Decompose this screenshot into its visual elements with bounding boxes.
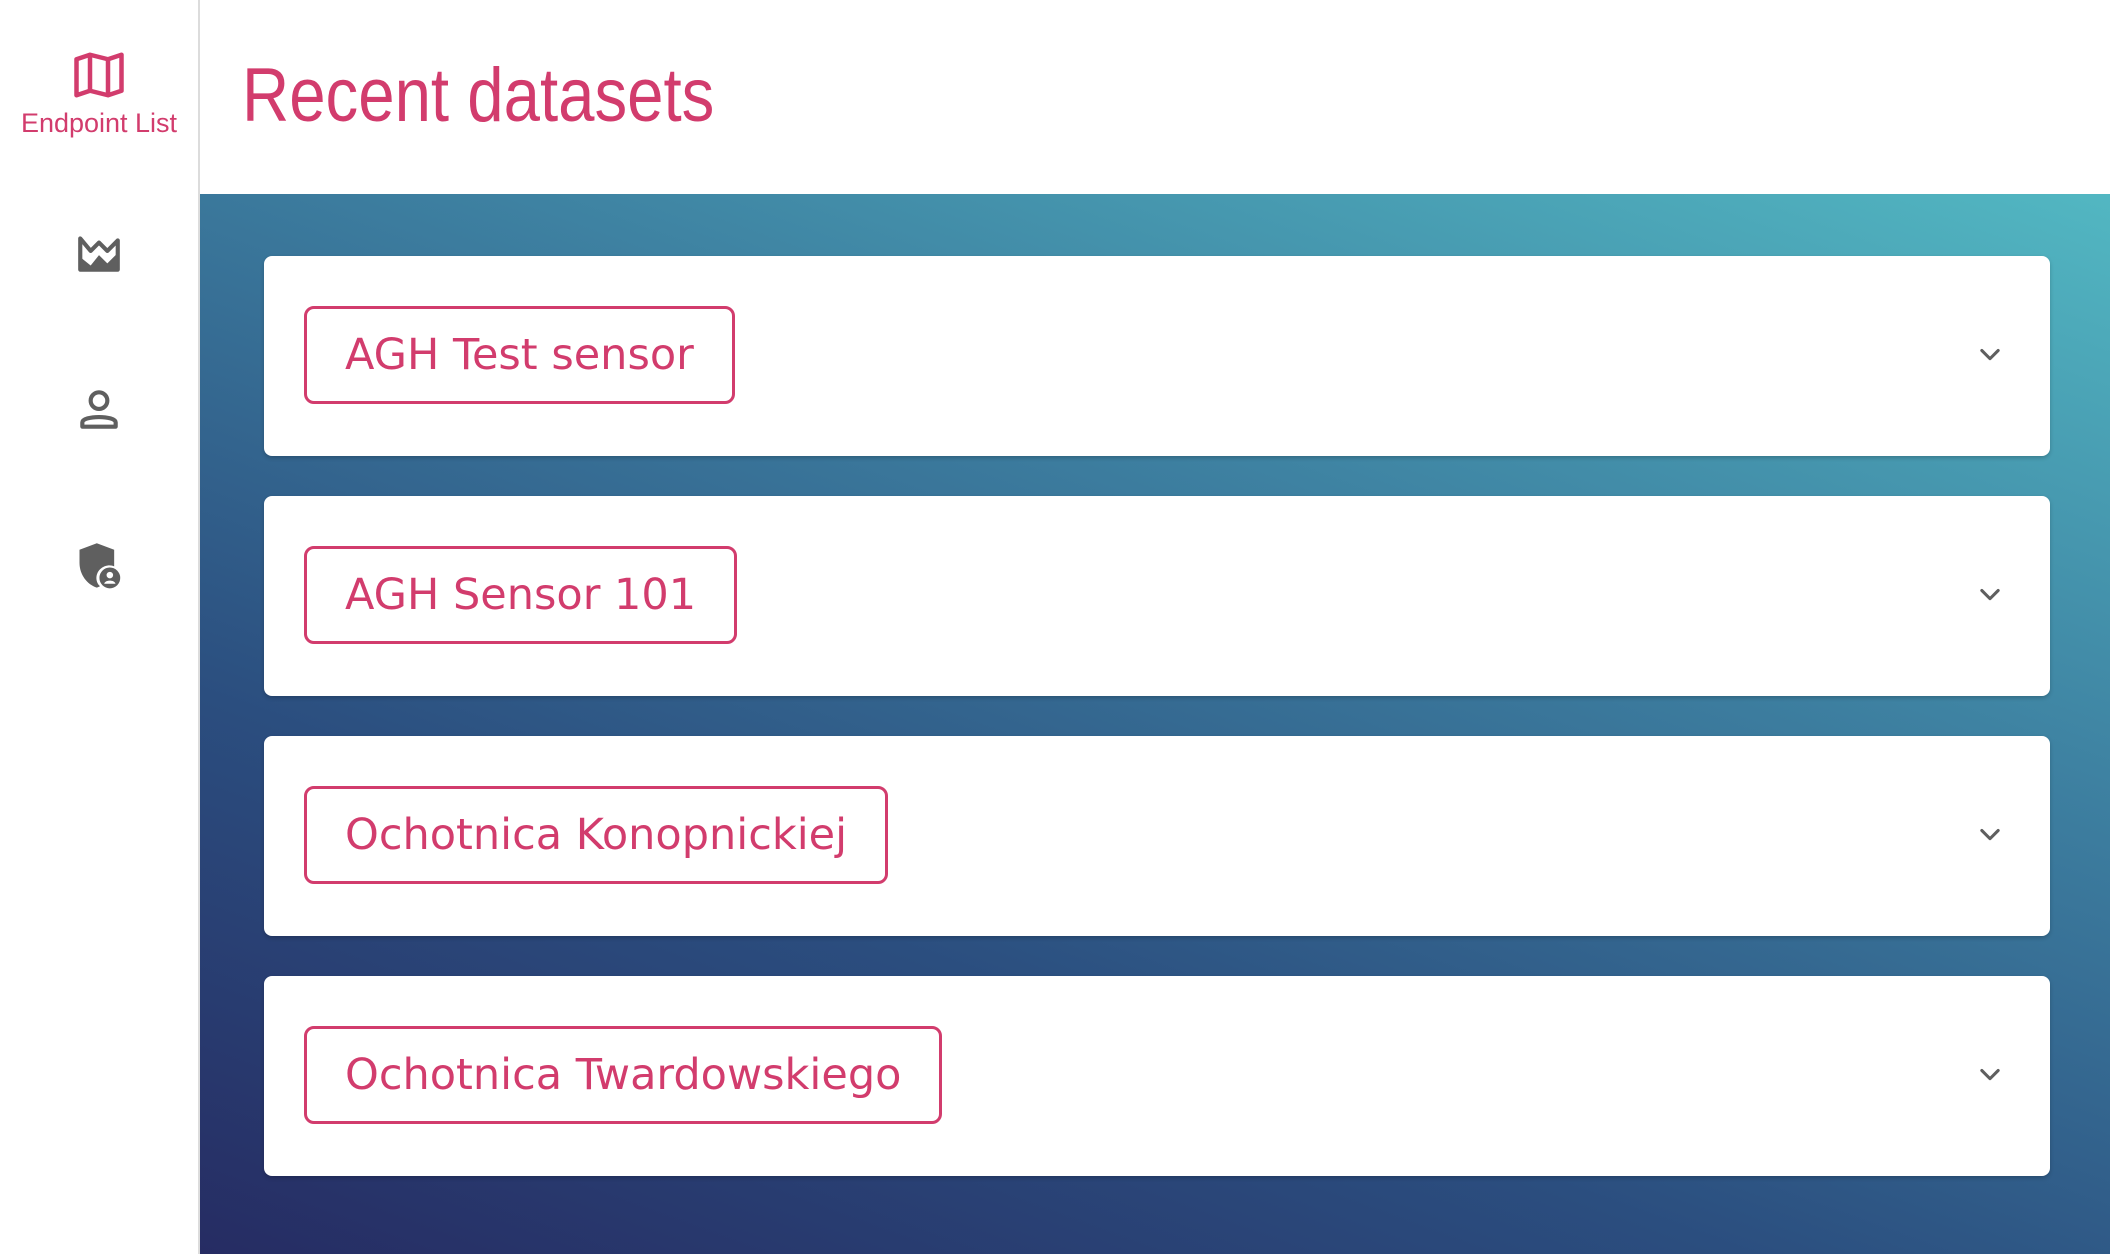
header: Recent datasets [200,0,2110,194]
chevron-down-icon [1976,340,2004,372]
sidebar-item-profile[interactable] [0,385,198,435]
dataset-name-chip[interactable]: AGH Test sensor [304,306,735,404]
dataset-name-chip[interactable]: Ochotnica Konopnickiej [304,786,889,884]
dataset-card[interactable]: AGH Test sensor [264,256,2050,456]
area-chart-icon [74,228,124,278]
sidebar-item-label: Endpoint List [20,108,178,138]
datasets-panel: AGH Test sensor AGH Sensor 101 Ochotnica… [200,194,2110,1254]
expand-button[interactable] [1970,336,2010,376]
sidebar-item-endpoint-list[interactable]: Endpoint List [0,48,198,139]
expand-button[interactable] [1970,576,2010,616]
sidebar: Endpoint List [0,0,200,1254]
expand-button[interactable] [1970,1056,2010,1096]
expand-button[interactable] [1970,816,2010,856]
dataset-name-chip[interactable]: AGH Sensor 101 [304,546,738,644]
map-icon [72,48,126,102]
chevron-down-icon [1976,1060,2004,1092]
dataset-card[interactable]: AGH Sensor 101 [264,496,2050,696]
page-title: Recent datasets [242,53,715,138]
sidebar-item-admin[interactable] [0,540,198,592]
dataset-name-chip[interactable]: Ochotnica Twardowskiego [304,1026,943,1124]
person-icon [74,385,124,435]
admin-shield-icon [73,540,125,592]
app-window: Endpoint List Recent datasets AGH Test s… [0,0,2110,1254]
sidebar-item-charts[interactable] [0,228,198,278]
chevron-down-icon [1976,580,2004,612]
chevron-down-icon [1976,820,2004,852]
dataset-card[interactable]: Ochotnica Konopnickiej [264,736,2050,936]
dataset-card[interactable]: Ochotnica Twardowskiego [264,976,2050,1176]
